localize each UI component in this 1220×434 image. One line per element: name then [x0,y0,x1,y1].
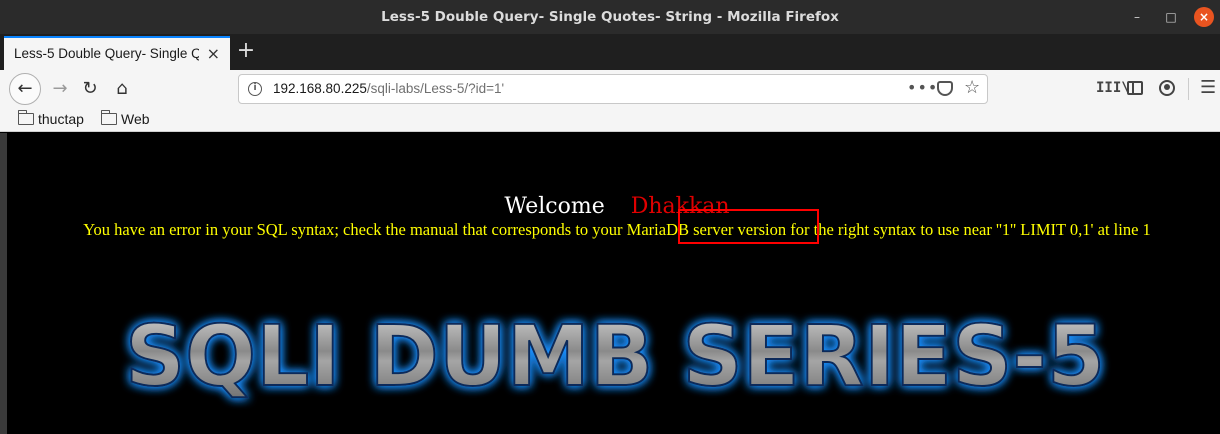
bookmarks-bar: thuctap Web [0,108,1220,132]
window-titlebar: Less-5 Double Query- Single Quotes- Stri… [0,0,1220,34]
window-title: Less-5 Double Query- Single Quotes- Stri… [381,9,839,25]
url-text[interactable]: 192.168.80.225/sqli-labs/Less-5/?id=1' [273,81,504,96]
bookmark-label: Web [121,111,150,127]
tab-active[interactable]: Less-5 Double Query- Single Quotes- Stri… [4,36,230,70]
url-bar[interactable]: i 192.168.80.225/sqli-labs/Less-5/?id=1'… [238,74,988,104]
url-host: 192.168.80.225 [273,81,367,96]
library-icon[interactable]: III\ [1096,80,1130,96]
welcome-line: Welcome Dhakkan [0,194,1220,219]
folder-icon [17,110,34,125]
bookmark-folder-thuctap[interactable]: thuctap [17,110,84,129]
url-path: /sqli-labs/Less-5/?id=1' [366,81,505,96]
bookmark-folder-web[interactable]: Web [100,110,150,129]
banner-image: SQLI DUMB SERIES-5 [124,306,1106,406]
page-actions-icon[interactable]: ••• [907,78,938,97]
back-button[interactable]: ← [9,73,41,105]
maximize-button[interactable]: □ [1162,8,1180,26]
toolbar-divider [1188,78,1189,100]
minimize-button[interactable]: – [1128,8,1146,26]
banner-title: SQLI DUMB SERIES-5 [125,307,1105,405]
menu-icon[interactable]: ☰ [1200,77,1216,98]
sidebar-icon[interactable] [1127,81,1143,95]
tab-label: Less-5 Double Query- Single Quotes- Stri… [14,46,199,61]
page-content: Welcome Dhakkan You have an error in your… [0,133,1220,434]
site-info-icon[interactable]: i [248,82,262,96]
navigation-toolbar: ← → ↻ ⌂ i 192.168.80.225/sqli-labs/Less-… [0,70,1220,108]
annotation-highlight-box [678,209,819,244]
reload-button[interactable]: ↻ [76,75,104,103]
tab-strip: Less-5 Double Query- Single Quotes- Stri… [0,34,1220,70]
new-tab-button[interactable]: + [234,40,258,64]
forward-button[interactable]: → [46,75,74,103]
account-icon[interactable] [1159,80,1175,96]
close-window-button[interactable]: × [1194,7,1214,27]
pocket-icon[interactable] [937,81,953,96]
home-button[interactable]: ⌂ [108,75,136,103]
tab-close-icon[interactable]: × [207,44,220,63]
folder-icon [100,110,117,125]
welcome-label: Welcome [504,194,605,219]
sql-error-message: You have an error in your SQL syntax; ch… [83,220,1151,239]
bookmark-label: thuctap [38,111,84,127]
bookmark-star-icon[interactable]: ☆ [964,77,980,98]
